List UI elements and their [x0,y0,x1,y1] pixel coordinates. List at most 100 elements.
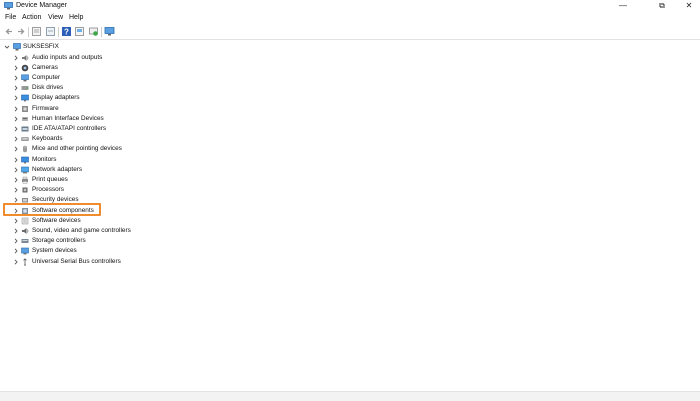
tree-item-camera[interactable]: Cameras [0,63,240,73]
chevron-right-icon[interactable] [13,226,19,236]
chevron-right-icon[interactable] [13,124,19,134]
tree-item-usb[interactable]: Universal Serial Bus controllers [0,257,240,267]
tree-item-monitor[interactable]: Monitors [0,155,240,165]
tree-item-software-device[interactable]: Software devices [0,216,240,226]
tree-item-label: Firmware [32,104,59,112]
tree-item-label: Disk drives [32,84,64,92]
chevron-right-icon[interactable] [13,236,19,246]
usb-icon [23,257,27,266]
show-hidden-icon[interactable] [74,26,85,37]
toolbar-separator [58,27,59,37]
chevron-right-icon[interactable] [13,63,19,73]
maximize-button[interactable]: ⧉ [651,0,673,12]
back-icon[interactable] [4,26,15,37]
network-icon [21,166,29,174]
computer-icon [13,43,21,51]
tree-item-label: Storage controllers [32,237,86,245]
minimize-button[interactable]: — [612,0,634,12]
device-tree: SUKSESFIX Audio inputs and outputs Camera… [0,41,700,391]
chevron-right-icon[interactable] [13,104,19,114]
computer-icon [21,74,29,82]
tree-item-system[interactable]: System devices [0,246,240,256]
properties-icon[interactable] [31,26,42,37]
system-icon [21,247,29,255]
chevron-right-icon[interactable] [13,114,19,124]
tree-item-label: System devices [32,247,77,255]
update-driver-icon[interactable] [45,26,56,37]
disk-icon [21,86,29,91]
tree-item-label: IDE ATA/ATAPI controllers [32,124,107,132]
tree-item-keyboard[interactable]: Keyboards [0,134,240,144]
tree-item-display[interactable]: Display adapters [0,93,240,103]
tree-item-label: Software devices [32,216,81,224]
chevron-right-icon[interactable] [13,93,19,103]
tree-item-mouse[interactable]: Mice and other pointing devices [0,144,240,154]
hid-icon [22,116,28,121]
chevron-right-icon[interactable] [13,185,19,195]
chevron-down-icon[interactable] [4,42,10,52]
chevron-right-icon[interactable] [13,165,19,175]
processor-icon [22,187,28,193]
tree-item-speaker[interactable]: Audio inputs and outputs [0,53,240,63]
tree-item-processor[interactable]: Processors [0,185,240,195]
chevron-right-icon[interactable] [13,83,19,93]
tree-item-label: Cameras [32,63,58,71]
storage-icon [21,239,29,244]
chevron-right-icon[interactable] [13,175,19,185]
close-button[interactable]: ✕ [678,0,700,12]
tree-item-label: Audio inputs and outputs [32,53,103,61]
menu-view[interactable]: View [48,12,63,24]
chevron-right-icon[interactable] [13,246,19,256]
menu-bar: File Action View Help [0,12,700,24]
highlight-annotation [3,203,101,216]
mouse-icon [23,146,27,153]
menu-file[interactable]: File [5,12,16,24]
svg-text:?: ? [64,28,69,37]
tree-item-label: Universal Serial Bus controllers [32,257,121,265]
tree-item-network[interactable]: Network adapters [0,165,240,175]
tree-item-label: Monitors [32,155,57,163]
camera-icon [21,64,29,71]
tree-item-ide[interactable]: IDE ATA/ATAPI controllers [0,124,240,134]
sound-icon [22,227,29,234]
menu-action[interactable]: Action [22,12,41,24]
help-icon[interactable]: ? [61,26,72,37]
keyboard-icon [21,137,29,142]
tree-item-printer[interactable]: Print queues [0,175,240,185]
display-icon [21,94,29,102]
menu-help[interactable]: Help [69,12,83,24]
tree-root[interactable]: SUKSESFIX [0,42,200,52]
tree-item-hid[interactable]: Human Interface Devices [0,114,240,124]
scan-hardware-icon[interactable] [88,26,99,37]
chevron-right-icon[interactable] [13,134,19,144]
firmware-icon [22,105,28,112]
monitor-icon [21,156,29,163]
forward-icon[interactable] [15,26,26,37]
tree-item-label: Processors [32,186,64,194]
ide-icon [21,126,29,132]
tree-item-label: Computer [32,73,61,81]
chevron-right-icon[interactable] [13,155,19,165]
tree-item-label: Sound, video and game controllers [32,226,131,234]
chevron-right-icon[interactable] [13,216,19,226]
chevron-right-icon[interactable] [13,257,19,267]
tree-item-computer[interactable]: Computer [0,73,240,83]
tree-item-label: Display adapters [32,94,80,102]
tree-item-label: Keyboards [32,135,63,143]
chevron-right-icon[interactable] [13,73,19,83]
toolbar-separator [101,27,102,37]
monitor-icon[interactable] [104,26,115,37]
tree-item-storage[interactable]: Storage controllers [0,236,240,246]
window-title: Device Manager [16,2,67,9]
chevron-right-icon[interactable] [13,144,19,154]
toolbar-separator [28,27,29,37]
device-manager-icon [4,2,13,10]
toolbar: ? [0,25,700,40]
tree-item-firmware[interactable]: Firmware [0,104,240,114]
chevron-right-icon[interactable] [13,53,19,63]
printer-icon [22,176,28,184]
tree-item-label: Print queues [32,175,68,183]
tree-item-label: Mice and other pointing devices [32,145,122,153]
tree-item-disk[interactable]: Disk drives [0,83,240,93]
tree-item-sound[interactable]: Sound, video and game controllers [0,226,240,236]
